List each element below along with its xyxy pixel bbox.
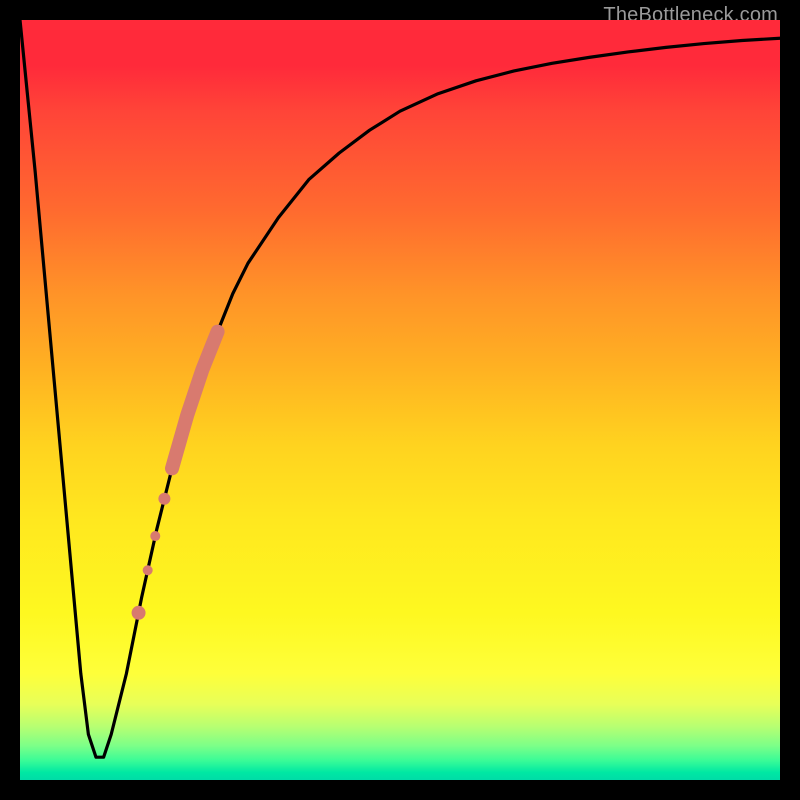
highlight-dot xyxy=(158,493,170,505)
plot-area xyxy=(20,20,780,780)
highlight-dot xyxy=(143,565,153,575)
bottleneck-curve xyxy=(20,20,780,757)
highlight-dot xyxy=(132,606,146,620)
chart-container: TheBottleneck.com xyxy=(0,0,800,800)
highlight-segment xyxy=(172,332,218,469)
highlight-dot xyxy=(150,531,160,541)
chart-svg xyxy=(20,20,780,780)
